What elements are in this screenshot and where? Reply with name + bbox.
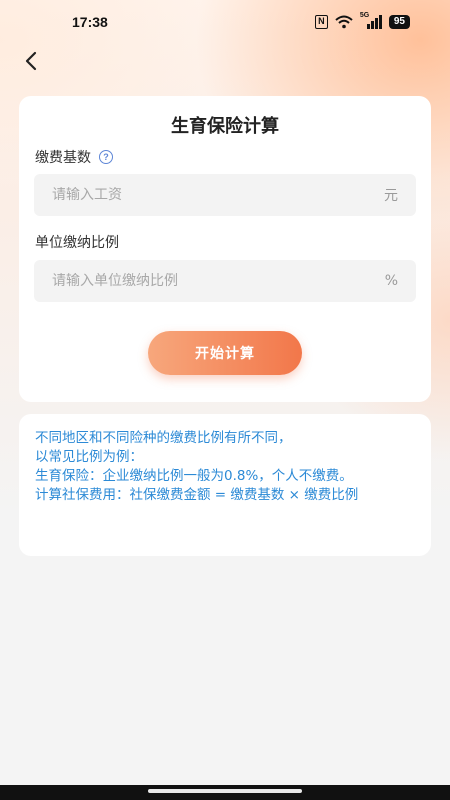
chevron-left-icon [25, 51, 37, 71]
ratio-input-box: % [34, 260, 416, 302]
help-icon[interactable]: ? [99, 150, 113, 164]
info-line: 计算社保费用：社保缴费金额 = 缴费基数 × 缴费比例 [35, 487, 359, 503]
calculate-button[interactable]: 开始计算 [148, 331, 302, 375]
battery-icon: 95 [388, 15, 410, 29]
ratio-field-label-row: 单位缴纳比例 [35, 232, 119, 252]
base-field-label-row: 缴费基数 ? [35, 147, 113, 167]
info-line: 生育保险：企业缴纳比例一般为0.8%，个人不缴费。 [35, 468, 353, 484]
nfc-icon: N [314, 15, 328, 29]
salary-unit: 元 [384, 188, 398, 204]
status-icons: N 5G 95 [314, 12, 410, 29]
calculator-card: 生育保险计算 缴费基数 ? 元 单位缴纳比例 % 开始计算 [19, 96, 431, 402]
status-time: 17:38 [72, 14, 108, 30]
page-title: 生育保险计算 [171, 116, 279, 137]
ratio-field-label: 单位缴纳比例 [35, 235, 119, 251]
status-bar: 17:38 N 5G 95 [0, 0, 450, 44]
base-input-box: 元 [34, 174, 416, 216]
navigation-bar [0, 785, 450, 800]
home-indicator[interactable] [148, 789, 302, 793]
info-line: 以常见比例为例： [35, 449, 143, 465]
ratio-unit: % [384, 273, 398, 289]
ratio-input[interactable] [52, 273, 385, 289]
back-button[interactable] [18, 48, 44, 74]
info-text: 不同地区和不同险种的缴费比例有所不同， 以常见比例为例： 生育保险：企业缴纳比例… [35, 429, 415, 505]
base-field-label: 缴费基数 [35, 150, 91, 166]
info-card: 不同地区和不同险种的缴费比例有所不同， 以常见比例为例： 生育保险：企业缴纳比例… [19, 414, 431, 556]
salary-input[interactable] [52, 187, 384, 203]
wifi-icon [335, 15, 353, 29]
cellular-signal-icon: 5G [360, 12, 382, 29]
info-line: 不同地区和不同险种的缴费比例有所不同， [35, 430, 292, 446]
